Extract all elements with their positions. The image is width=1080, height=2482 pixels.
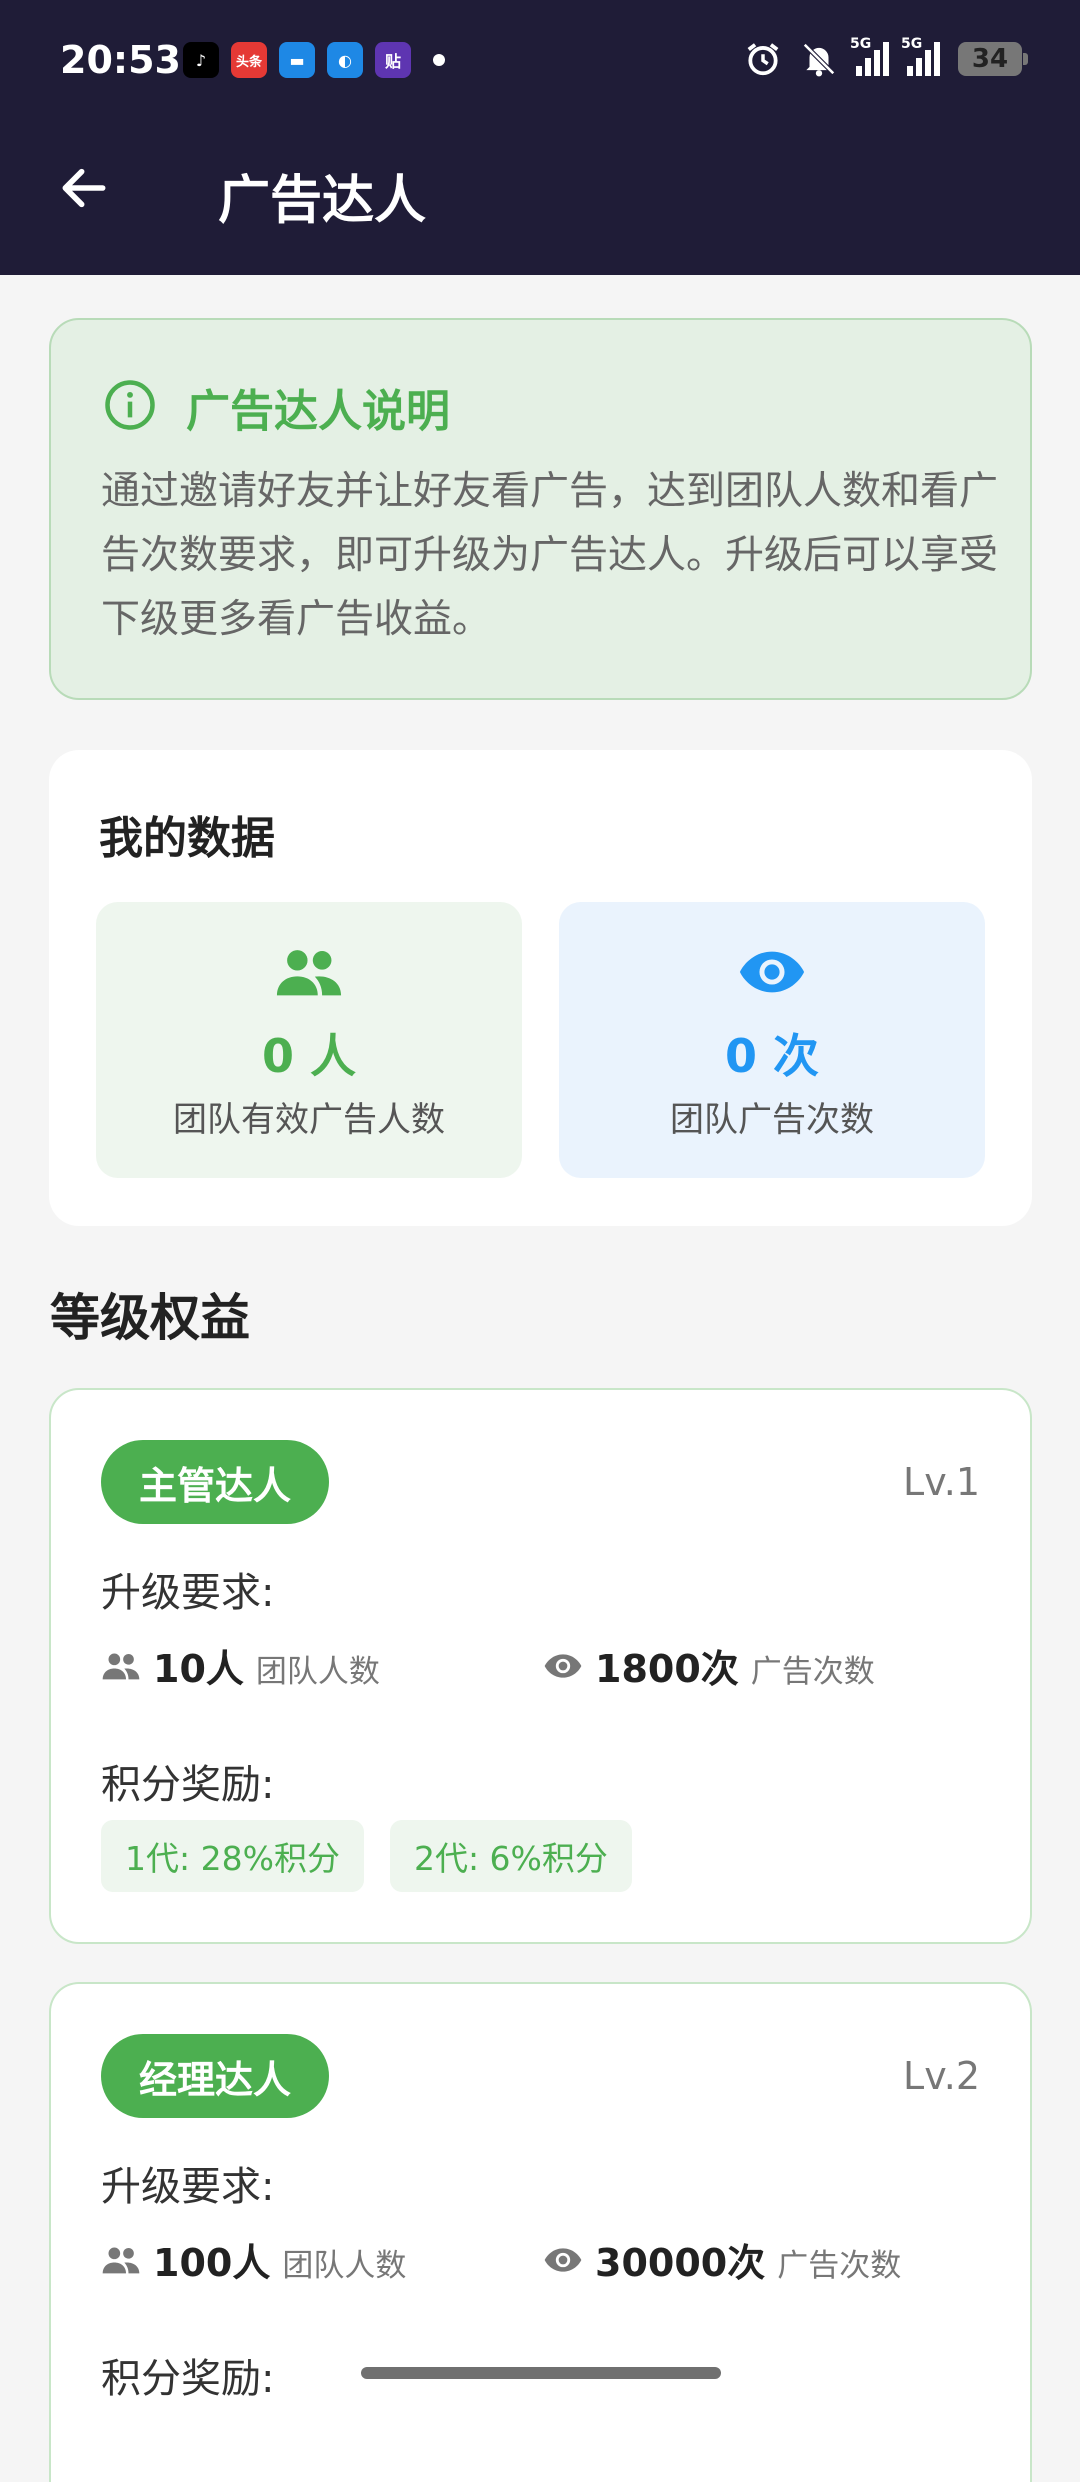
intro-text: 通过邀请好友并让好友看广告，达到团队人数和看广告次数要求，即可升级为广告达人。升… [101, 469, 999, 642]
team-stat-value: 0 人 [261, 1029, 357, 1083]
team-requirement-value: 100人 [153, 2241, 271, 2285]
reward-tags: 1代: 28%积分 2代: 6%积分 [101, 1820, 632, 1892]
signal-label: 5G [850, 36, 872, 52]
tieba-icon: 贴 [375, 42, 411, 78]
people-icon [102, 1653, 140, 1679]
level-card: 经理达人 Lv.2 升级要求: 100人 团队人数 30000次 广告次数 积分… [49, 1982, 1032, 2482]
info-icon [105, 380, 155, 430]
notification-dot-icon [433, 54, 445, 66]
intro-card: 广告达人说明 通过邀请好友并让好友看广告，达到团队人数和看广告次数要求，即可升级… [49, 318, 1032, 700]
eye-icon [739, 951, 805, 993]
bell-muted-icon [803, 43, 835, 77]
ads-requirement-caption: 广告次数 [777, 2248, 902, 2284]
team-requirement: 10人 团队人数 [101, 1638, 380, 1693]
reward-tag: 2代: 6%积分 [389, 1820, 632, 1892]
intro-title: 广告达人说明 [186, 386, 450, 437]
alarm-icon [747, 43, 779, 76]
ads-stat-label: 团队广告次数 [670, 1100, 874, 1140]
ads-stat-value: 0 次 [724, 1029, 820, 1083]
page-title: 广告达人 [218, 171, 427, 231]
status-time: 20:53 [60, 38, 181, 82]
battery-icon: 34 [958, 42, 1028, 76]
app-header: 20:53 ♪ 头条 ▬ ◐ 贴 5G 5G 34 广告达人 [0, 0, 1080, 275]
status-system-icons: 5G 5G 34 [744, 36, 1028, 78]
home-indicator[interactable] [361, 2367, 721, 2379]
signal-label: 5G [901, 36, 923, 52]
team-stat-label: 团队有效广告人数 [173, 1100, 445, 1140]
people-icon [102, 2247, 140, 2273]
tiktok-icon: ♪ [183, 42, 219, 78]
signal-5g-icon: 5G [901, 36, 940, 76]
status-app-icons: ♪ 头条 ▬ ◐ 贴 [183, 42, 445, 78]
levels-section-title: 等级权益 [50, 1289, 250, 1347]
team-requirement-caption: 团队人数 [282, 2248, 407, 2284]
level-badge: 经理达人 [101, 2034, 330, 2118]
my-data-card: 我的数据 0 人 团队有效广告人数 0 次 团队广告次数 [49, 750, 1032, 1226]
reward-label: 积分奖励: [101, 2356, 275, 2402]
eye-icon [544, 1653, 582, 1678]
level-card: 主管达人 Lv.1 升级要求: 10人 团队人数 1800次 广告次数 积分奖励… [49, 1388, 1032, 1944]
browser-icon: ◐ [327, 42, 363, 78]
team-requirement-caption: 团队人数 [255, 1654, 380, 1690]
requirement-label: 升级要求: [101, 2164, 275, 2210]
signal-5g-icon: 5G [850, 36, 889, 76]
ads-requirement-value: 30000次 [595, 2241, 766, 2285]
team-stat: 0 人 团队有效广告人数 [96, 902, 522, 1178]
ads-requirement: 30000次 广告次数 [543, 2232, 901, 2287]
team-requirement-value: 10人 [153, 1647, 244, 1691]
ads-stat: 0 次 团队广告次数 [559, 902, 985, 1178]
back-arrow-icon[interactable] [56, 160, 112, 216]
level-number: Lv.2 [903, 2054, 980, 2098]
toutiao-icon: 头条 [231, 42, 267, 78]
ads-requirement: 1800次 广告次数 [543, 1638, 875, 1693]
team-requirement: 100人 团队人数 [101, 2232, 406, 2287]
my-data-title: 我的数据 [99, 813, 275, 864]
message-icon: ▬ [279, 42, 315, 78]
requirement-label: 升级要求: [101, 1570, 275, 1616]
ads-requirement-value: 1800次 [595, 1647, 739, 1691]
people-icon [276, 950, 342, 996]
reward-tag: 1代: 28%积分 [101, 1820, 364, 1892]
eye-icon [544, 2247, 582, 2272]
level-badge: 主管达人 [101, 1440, 330, 1524]
level-number: Lv.1 [903, 1460, 980, 1504]
reward-label: 积分奖励: [101, 1762, 275, 1808]
ads-requirement-caption: 广告次数 [750, 1654, 875, 1690]
